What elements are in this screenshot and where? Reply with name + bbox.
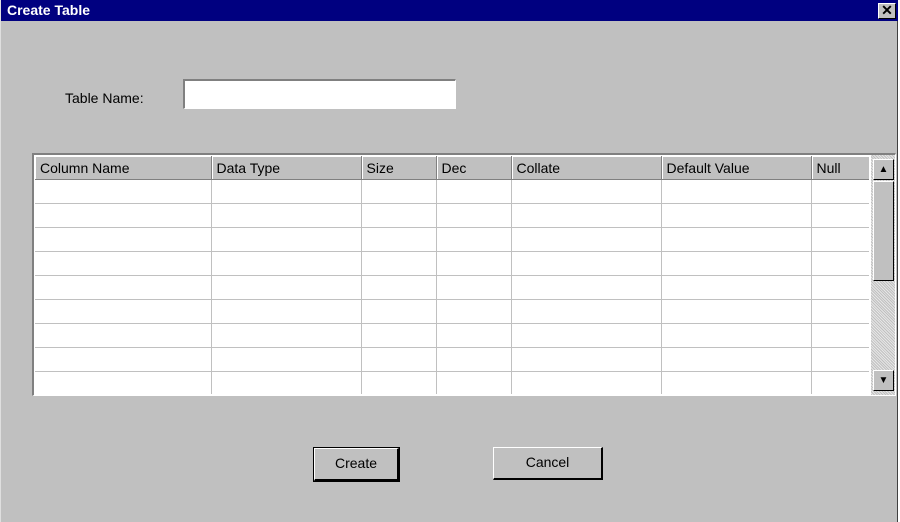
grid-cell[interactable] [661, 275, 812, 300]
grid-cell[interactable] [661, 203, 812, 228]
cancel-button[interactable]: Cancel [493, 447, 603, 480]
grid-cell[interactable] [811, 251, 869, 276]
grid-cell[interactable] [211, 275, 362, 300]
grid-cell[interactable] [361, 179, 437, 204]
grid-cell[interactable] [511, 251, 662, 276]
scrollbar-thumb[interactable] [873, 181, 894, 281]
grid-cell[interactable] [436, 251, 512, 276]
grid-cell[interactable] [811, 323, 869, 348]
grid-row [35, 227, 869, 252]
scroll-down-arrow-icon: ▼ [878, 375, 889, 386]
grid-cell[interactable] [811, 275, 869, 300]
grid-cell[interactable] [361, 203, 437, 228]
grid-cell[interactable] [811, 179, 869, 204]
grid-cell[interactable] [436, 371, 512, 394]
columns-grid-viewport: Column Name Data Type Size Dec Collate D… [35, 156, 869, 394]
grid-cell[interactable] [35, 251, 212, 276]
grid-row [35, 371, 869, 394]
column-header-column-name[interactable]: Column Name [35, 156, 212, 180]
grid-cell[interactable] [436, 179, 512, 204]
grid-cell[interactable] [35, 227, 212, 252]
scroll-up-button[interactable]: ▲ [873, 159, 894, 180]
grid-cell[interactable] [211, 299, 362, 324]
grid-cell[interactable] [436, 275, 512, 300]
window-title: Create Table [7, 2, 90, 18]
grid-row [35, 179, 869, 204]
column-header-default-value[interactable]: Default Value [661, 156, 812, 180]
close-button[interactable]: ✕ [878, 3, 896, 19]
grid-row [35, 203, 869, 228]
grid-cell[interactable] [661, 347, 812, 372]
grid-cell[interactable] [361, 275, 437, 300]
grid-cell[interactable] [436, 203, 512, 228]
grid-cell[interactable] [35, 371, 212, 394]
grid-cell[interactable] [436, 323, 512, 348]
grid-cell[interactable] [511, 347, 662, 372]
vertical-scrollbar[interactable]: ▲ ▼ [871, 155, 895, 395]
grid-cell[interactable] [436, 299, 512, 324]
grid-cell[interactable] [361, 371, 437, 394]
grid-cell[interactable] [35, 179, 212, 204]
grid-cell[interactable] [811, 227, 869, 252]
grid-row [35, 251, 869, 276]
grid-header-row: Column Name Data Type Size Dec Collate D… [35, 156, 869, 180]
table-name-label: Table Name: [65, 90, 144, 106]
scroll-down-button[interactable]: ▼ [873, 370, 894, 391]
title-bar: Create Table ✕ [1, 0, 898, 21]
grid-cell[interactable] [35, 347, 212, 372]
grid-cell[interactable] [811, 203, 869, 228]
close-icon: ✕ [881, 2, 893, 18]
grid-row [35, 323, 869, 348]
columns-grid: Column Name Data Type Size Dec Collate D… [32, 153, 896, 396]
grid-cell[interactable] [35, 275, 212, 300]
grid-cell[interactable] [661, 251, 812, 276]
grid-cell[interactable] [35, 299, 212, 324]
grid-cell[interactable] [811, 347, 869, 372]
grid-cell[interactable] [811, 371, 869, 394]
grid-row [35, 275, 869, 300]
column-header-data-type[interactable]: Data Type [211, 156, 362, 180]
grid-cell[interactable] [211, 323, 362, 348]
column-header-collate[interactable]: Collate [511, 156, 662, 180]
grid-cell[interactable] [211, 347, 362, 372]
grid-body [35, 179, 869, 394]
grid-cell[interactable] [511, 323, 662, 348]
grid-cell[interactable] [511, 371, 662, 394]
create-button[interactable]: Create [313, 447, 400, 482]
grid-cell[interactable] [211, 251, 362, 276]
grid-cell[interactable] [211, 371, 362, 394]
grid-row [35, 299, 869, 324]
grid-cell[interactable] [361, 227, 437, 252]
grid-cell[interactable] [361, 347, 437, 372]
grid-cell[interactable] [436, 347, 512, 372]
grid-cell[interactable] [361, 251, 437, 276]
grid-cell[interactable] [511, 275, 662, 300]
column-header-size[interactable]: Size [361, 156, 437, 180]
grid-cell[interactable] [436, 227, 512, 252]
grid-cell[interactable] [661, 299, 812, 324]
grid-cell[interactable] [361, 299, 437, 324]
grid-cell[interactable] [511, 299, 662, 324]
grid-cell[interactable] [35, 323, 212, 348]
create-table-dialog: Create Table ✕ Table Name: Column Name D… [0, 0, 898, 522]
scroll-up-arrow-icon: ▲ [878, 164, 889, 175]
grid-row [35, 347, 869, 372]
grid-cell[interactable] [35, 203, 212, 228]
grid-cell[interactable] [811, 299, 869, 324]
grid-cell[interactable] [661, 227, 812, 252]
grid-cell[interactable] [661, 323, 812, 348]
grid-cell[interactable] [211, 227, 362, 252]
columns-table: Column Name Data Type Size Dec Collate D… [35, 156, 869, 394]
grid-cell[interactable] [511, 227, 662, 252]
column-header-null[interactable]: Null [811, 156, 869, 180]
grid-cell[interactable] [361, 323, 437, 348]
grid-cell[interactable] [661, 179, 812, 204]
table-name-input[interactable] [183, 79, 456, 109]
column-header-dec[interactable]: Dec [436, 156, 512, 180]
grid-cell[interactable] [211, 179, 362, 204]
grid-cell[interactable] [211, 203, 362, 228]
grid-cell[interactable] [511, 203, 662, 228]
grid-cell[interactable] [661, 371, 812, 394]
grid-cell[interactable] [511, 179, 662, 204]
